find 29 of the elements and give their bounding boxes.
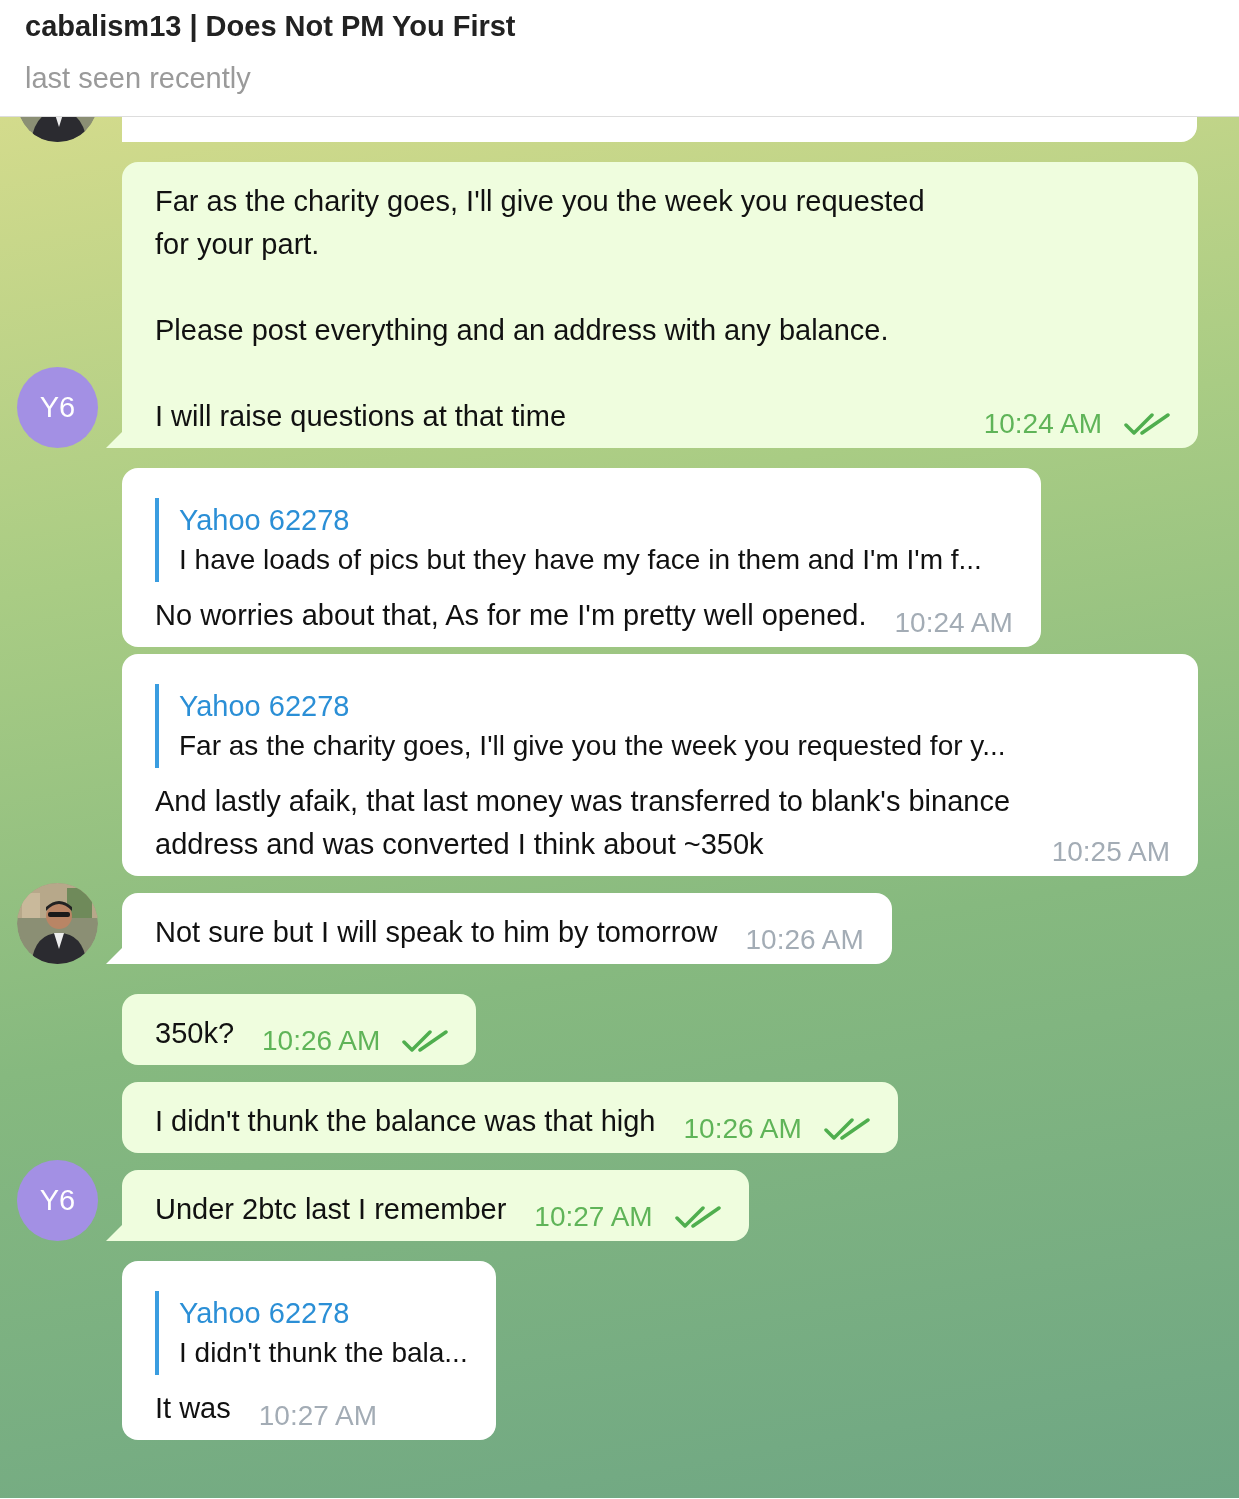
avatar: Y6 [17,1160,98,1241]
message-time: 10:26 AM [683,1112,802,1146]
message-time: 10:24 AM [894,606,1013,640]
message-time: 10:24 AM [983,407,1102,441]
message-text: Not sure but I will speak to him by tomorrow [155,915,718,950]
message-text: I didn't thunk the balance was that high [155,1104,656,1139]
chat-title: cabalism13 | Does Not PM You First [25,9,517,44]
reply-quote[interactable]: Yahoo 62278 Far as the charity goes, I'll give you the week you requested for y... [155,684,1170,768]
reply-quote[interactable]: Yahoo 62278 I didn't thunk the bala... [155,1291,468,1375]
message-time: 10:26 AM [745,923,864,957]
reply-quote[interactable]: Yahoo 62278 I have loads of pics but they have my face in them and I'm I'm f... [155,498,1013,582]
reply-text: Far as the charity goes, I'll give you the week you requested for y... [179,729,1007,763]
reply-author: Yahoo 62278 [179,1296,351,1331]
message-time: 10:26 AM [262,1024,381,1058]
message-text: Under 2btc last I remember [155,1192,507,1227]
message-time: 10:25 AM [1051,835,1170,869]
reply-author: Yahoo 62278 [179,503,351,538]
message-text: It was [155,1391,231,1426]
reply-text: I didn't thunk the bala... [179,1336,468,1370]
message-text: 350k? [155,1016,234,1051]
avatar: Y6 [17,367,98,448]
message-time: 10:27 AM [534,1200,653,1234]
message-text: No worries about that, As for me I'm pretty well opened. [155,598,867,633]
reply-author: Yahoo 62278 [179,689,351,724]
last-seen-status: last seen recently [25,61,251,96]
reply-text: I have loads of pics but they have my face in them and I'm I'm f... [179,543,983,577]
message-text: Far as the charity goes, I'll give you the week you requested for your part. Please post everything and an address with any balance. I will raise questions at that time [155,184,926,434]
message-time: 10:27 AM [258,1399,378,1433]
message-text: And lastly afaik, that last money was transferred to blank's binance address and was converted I think about ~350k [155,784,1012,862]
